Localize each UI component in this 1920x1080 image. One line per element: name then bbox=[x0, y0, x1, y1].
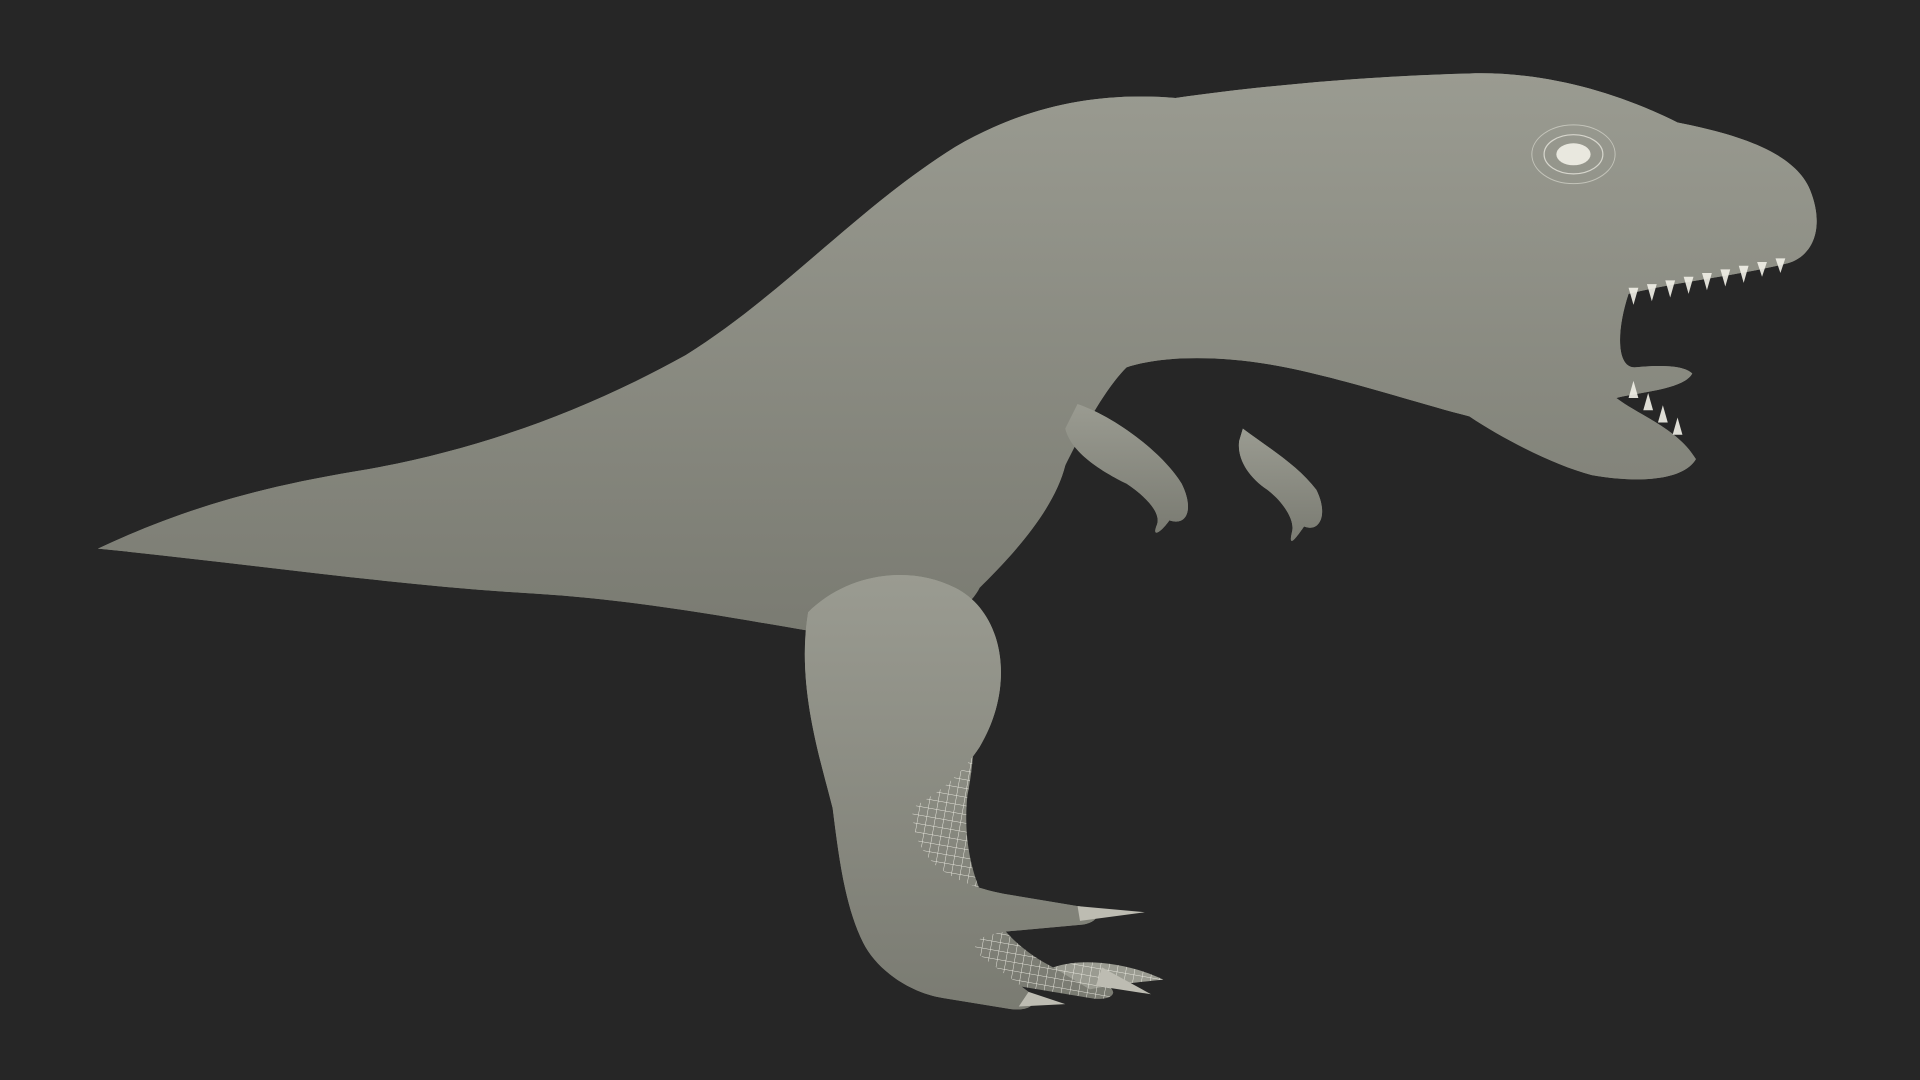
render-viewport bbox=[0, 0, 1920, 1080]
arms bbox=[1065, 404, 1323, 541]
teeth bbox=[1628, 258, 1786, 435]
t-rex-model-icon bbox=[97, 73, 1817, 1010]
